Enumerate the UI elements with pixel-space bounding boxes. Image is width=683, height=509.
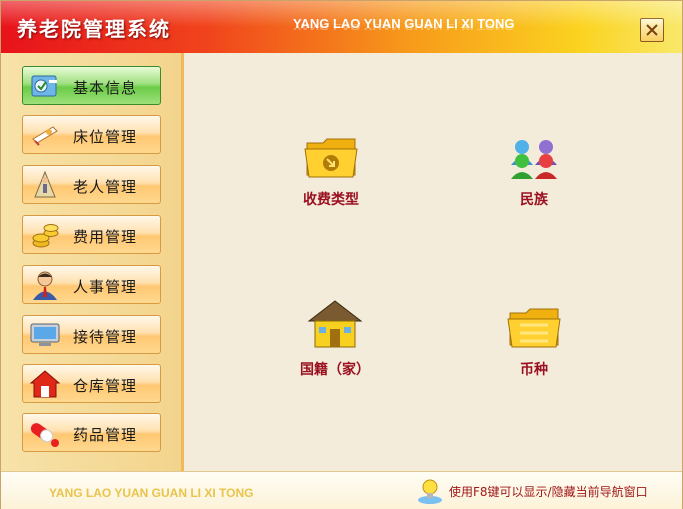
title-pinyin-reflection: YANG LAO YUAN GUAN LI XI TONG [293, 22, 515, 31]
pill-icon [30, 423, 59, 447]
tile-currency[interactable]: 币种 [502, 307, 566, 379]
person-icon [33, 271, 57, 300]
warehouse-icon [29, 370, 61, 398]
people-group-icon [511, 140, 557, 179]
sidebar-item-label: 床位管理 [73, 128, 138, 146]
nav-hint: 使用F8键可以显示/隐藏当前导航窗口 [417, 477, 648, 505]
app-window: 养老院管理系统 YANG LAO YUAN GUAN LI XI TONG YA… [0, 0, 683, 509]
sidebar-item-elder[interactable]: 老人管理 [22, 165, 161, 204]
sidebar: 基本信息 床位管理 老人管理 费用管理 人事管理 接待管理 仓库管理 药品管理 [1, 53, 184, 471]
sidebar-item-label: 基本信息 [73, 79, 138, 97]
sidebar-item-personnel[interactable]: 人事管理 [22, 265, 161, 304]
lightbulb-icon [418, 479, 442, 504]
coins-icon [32, 224, 59, 248]
folder-arrow-icon [304, 138, 358, 178]
sidebar-item-fees[interactable]: 费用管理 [22, 215, 161, 254]
tile-nationality[interactable]: 国籍（家） [288, 299, 382, 379]
house-icon [307, 300, 363, 348]
hint-text: 使用F8键可以显示/隐藏当前导航窗口 [449, 484, 648, 499]
tile-ethnicity[interactable]: 民族 [500, 135, 568, 209]
sidebar-item-bed[interactable]: 床位管理 [22, 115, 161, 154]
sidebar-item-medicine[interactable]: 药品管理 [22, 413, 161, 452]
monitor-icon [30, 323, 60, 346]
app-title: 养老院管理系统 [17, 17, 171, 41]
sidebar-item-label: 费用管理 [73, 228, 138, 246]
elder-icon [34, 170, 56, 198]
bed-icon [32, 126, 58, 146]
footer-pinyin: YANG LAO YUAN GUAN LI XI TONG [49, 486, 254, 500]
close-button[interactable] [640, 18, 664, 42]
title-bar: 养老院管理系统 YANG LAO YUAN GUAN LI XI TONG YA… [1, 1, 682, 53]
sidebar-item-label: 药品管理 [73, 426, 138, 444]
tile-fee-type[interactable]: 收费类型 [286, 135, 376, 209]
tile-label: 币种 [520, 362, 548, 378]
close-icon [646, 24, 658, 36]
main-content: 收费类型 民族 国籍（家） 币种 [184, 53, 682, 471]
folder-icon [507, 308, 561, 348]
sidebar-item-reception[interactable]: 接待管理 [22, 315, 161, 354]
sidebar-item-basic-info[interactable]: 基本信息 [22, 66, 161, 105]
tile-label: 民族 [520, 192, 548, 208]
sidebar-item-label: 仓库管理 [73, 377, 138, 395]
sidebar-item-label: 人事管理 [73, 278, 138, 296]
tile-label: 收费类型 [303, 192, 359, 208]
status-bar: YANG LAO YUAN GUAN LI XI TONG 使用F8键可以显示/… [1, 471, 682, 509]
sidebar-item-label: 接待管理 [73, 328, 138, 346]
sidebar-item-label: 老人管理 [73, 178, 138, 196]
sidebar-item-warehouse[interactable]: 仓库管理 [22, 364, 161, 403]
info-icon [31, 75, 57, 97]
tile-label: 国籍（家） [300, 362, 370, 378]
